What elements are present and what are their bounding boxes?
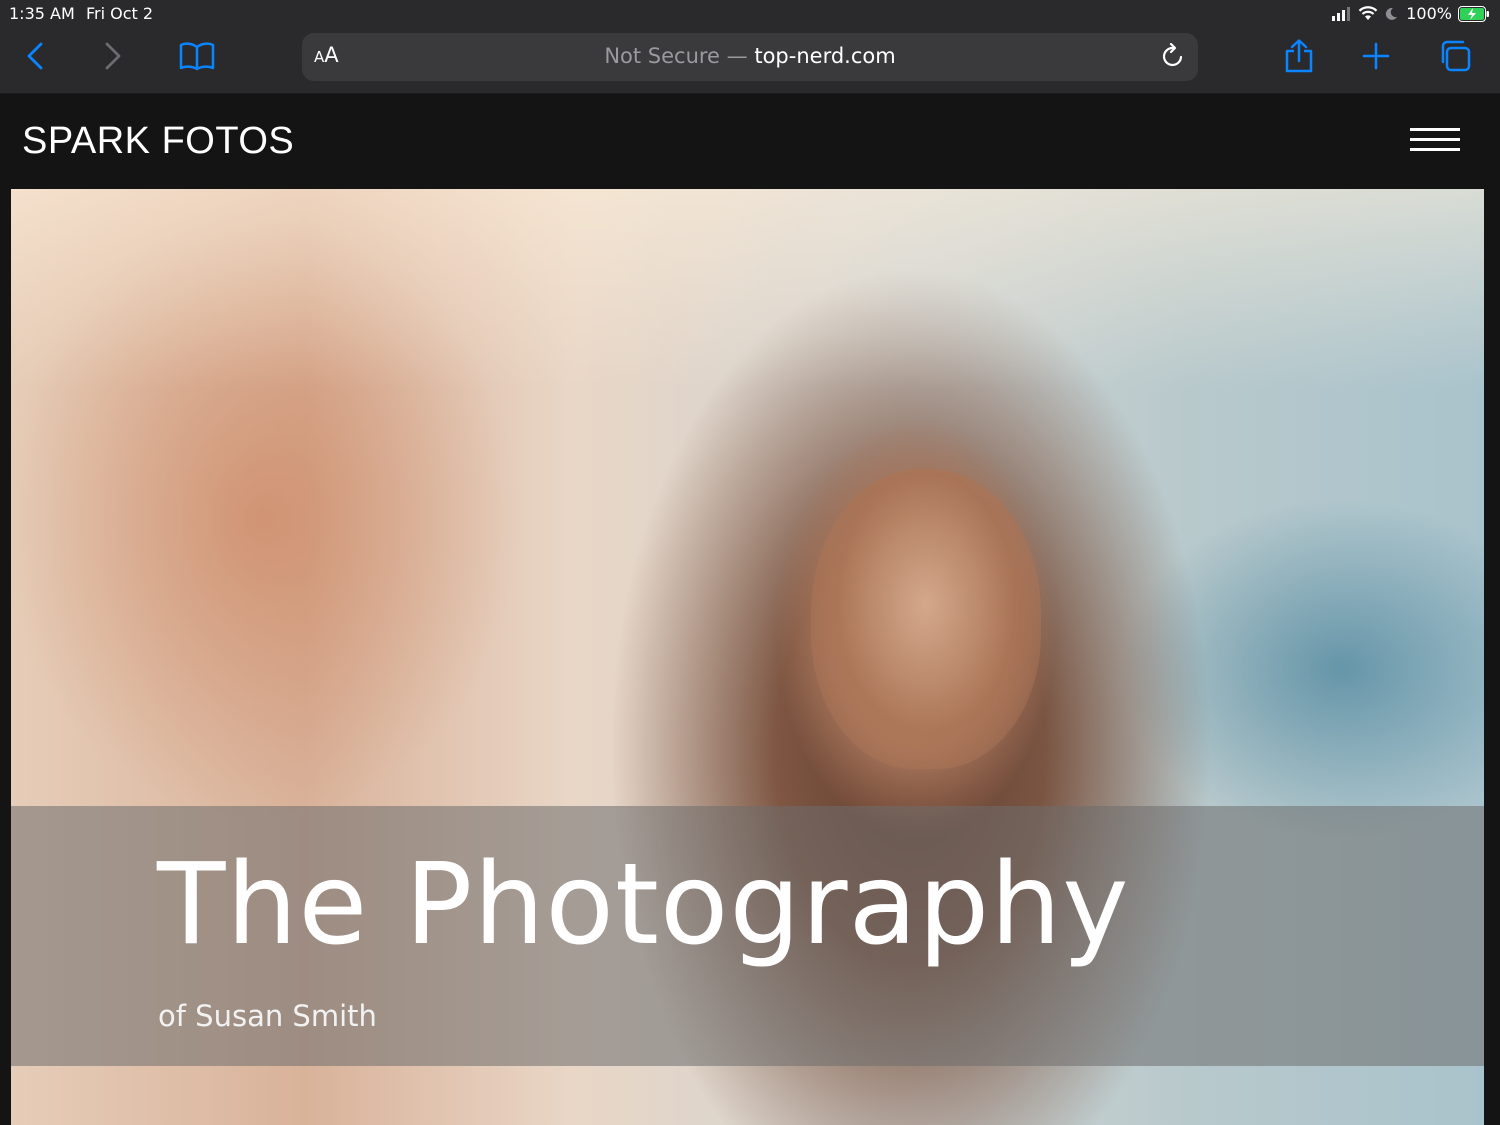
browser-toolbar: AA Not Secure — top-nerd.com	[0, 28, 1500, 94]
forward-button[interactable]	[91, 38, 135, 78]
share-icon	[1284, 38, 1314, 78]
hamburger-line	[1410, 138, 1460, 141]
hero-title: The Photography	[157, 840, 1130, 970]
site-header: SPARK FOTOS	[0, 95, 1500, 189]
address-bar[interactable]: AA Not Secure — top-nerd.com	[302, 33, 1198, 81]
hamburger-line	[1410, 128, 1460, 131]
hamburger-menu-button[interactable]	[1410, 128, 1460, 154]
hero-portrait	[811, 469, 1041, 769]
hamburger-line	[1410, 148, 1460, 151]
security-label: Not Secure	[604, 44, 720, 68]
hero-subtitle: of Susan Smith	[158, 999, 377, 1033]
tabs-icon	[1439, 40, 1471, 77]
hero-background-light	[11, 189, 1484, 389]
battery-charging-icon	[1458, 5, 1490, 22]
wifi-icon	[1358, 6, 1378, 21]
url-display[interactable]: Not Secure — top-nerd.com	[302, 44, 1198, 68]
forward-icon	[104, 42, 122, 75]
bookmarks-icon	[179, 41, 215, 76]
back-icon	[26, 42, 44, 75]
status-bar: 1:35 AM Fri Oct 2 100%	[0, 0, 1500, 28]
bookmarks-button[interactable]	[175, 38, 219, 78]
status-date: Fri Oct 2	[86, 4, 154, 23]
reload-button[interactable]	[1158, 42, 1188, 74]
site-logo[interactable]: SPARK FOTOS	[22, 120, 294, 163]
new-tab-icon	[1362, 42, 1390, 75]
battery-percentage: 100%	[1406, 4, 1452, 23]
tabs-button[interactable]	[1433, 38, 1477, 78]
url-domain: top-nerd.com	[754, 44, 896, 68]
new-tab-button[interactable]	[1354, 38, 1398, 78]
status-time: 1:35 AM	[9, 4, 75, 23]
share-button[interactable]	[1277, 38, 1321, 78]
signal-icon	[1332, 6, 1352, 21]
url-separator: —	[719, 44, 755, 68]
back-button[interactable]	[13, 38, 57, 78]
reload-icon	[1161, 42, 1185, 74]
do-not-disturb-icon	[1384, 7, 1398, 21]
status-indicators: 100%	[1332, 4, 1490, 23]
hero-image: The Photography of Susan Smith	[11, 189, 1484, 1125]
